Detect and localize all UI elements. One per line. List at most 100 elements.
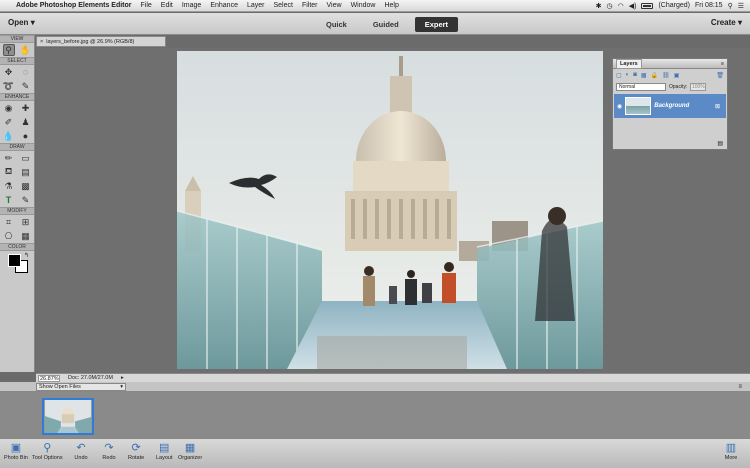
notification-list-icon[interactable]: ☰ [738,2,744,10]
paint-bucket-icon[interactable]: ⛾ [3,166,15,178]
app-name-menu[interactable]: Adobe Photoshop Elements Editor [16,2,132,9]
recompose-tool-icon[interactable]: ⊞ [20,216,32,228]
tab-guided[interactable]: Guided [363,17,409,32]
document-image[interactable] [177,51,603,369]
undo-label: Undo [74,455,88,461]
tool-options-label: Tool Options [32,455,63,461]
brush-tool-icon[interactable]: ✏ [3,152,15,164]
document-tab[interactable]: × layers_before.jpg @ 26.9% (RGB/8) [36,36,166,47]
adjustment-layer-icon[interactable]: ◐ [626,72,630,78]
thumbnail-image [44,400,92,433]
link-icon[interactable]: ⛓ [662,72,670,79]
pencil-tool-icon[interactable]: ✎ [20,194,32,206]
status-bar: 26.87% Doc: 27.0M/27.0M ▸ [36,373,750,382]
layers-panel: Layers ≡ ▢ ◐ ◙ ▦ 🔒 ⛓ ▣ 🗑 Normal Opacity:… [612,58,728,150]
tab-quick[interactable]: Quick [316,17,357,32]
lock-transparency-icon[interactable]: ▦ [641,72,647,79]
custom-shape-icon[interactable]: ▩ [20,180,32,192]
menu-enhance[interactable]: Enhance [210,2,238,9]
layers-panel-header: Layers ≡ [613,58,727,69]
open-label: Open [8,18,29,27]
hand-tool-icon[interactable]: ✋ [20,44,32,56]
panel-menu-icon[interactable]: ≡ [721,61,724,67]
menu-image[interactable]: Image [182,2,201,9]
menu-select[interactable]: Select [273,2,292,9]
spotlight-icon[interactable]: ⚲ [728,2,733,10]
menu-clock[interactable]: Fri 08:15 [695,2,723,9]
show-open-files-dropdown[interactable]: Show Open Files ▾ [36,382,126,391]
menu-edit[interactable]: Edit [161,2,173,9]
menu-extras: ✱ ◷ ◠ ◀) (Charged) Fri 08:15 ⚲ ☰ [596,2,750,10]
eyedropper-icon[interactable]: ⚗ [3,180,15,192]
blend-mode-select[interactable]: Normal [616,83,666,91]
menu-help[interactable]: Help [384,2,398,9]
new-group-icon[interactable]: ▣ [674,72,680,79]
layers-toolbar: ▢ ◐ ◙ ▦ 🔒 ⛓ ▣ 🗑 [613,69,727,81]
menu-filter[interactable]: Filter [302,2,318,9]
zoom-tool-icon[interactable]: ⚲ [2,44,15,56]
lock-icon[interactable]: 🔒 [651,72,658,79]
section-color: COLOR [0,243,34,251]
lasso-tool-icon[interactable]: ➰ [3,80,15,92]
clone-stamp-icon[interactable]: ♟ [20,116,32,128]
bin-menu-icon[interactable]: ≡ [738,384,742,390]
photo-bin-thumbnail[interactable] [42,398,94,435]
battery-icon[interactable] [641,2,654,9]
type-tool-icon[interactable]: T [3,194,15,206]
visibility-eye-icon[interactable]: ◉ [617,103,622,110]
menu-file[interactable]: File [141,2,152,9]
smart-brush-icon[interactable]: ✐ [3,116,15,128]
trash-icon[interactable]: 🗑 [716,72,724,79]
tab-expert[interactable]: Expert [414,17,459,32]
more-button[interactable]: ▥ More [724,441,738,461]
panel-resize-icon[interactable]: ▤ [717,140,723,147]
organizer-button[interactable]: ▦ Organizer [178,441,202,461]
marquee-tool-icon[interactable]: ◌ [20,66,32,78]
healing-brush-icon[interactable]: ✚ [20,102,32,114]
quick-selection-tool-icon[interactable]: ✎ [20,80,32,92]
photo-bin-icon: ▣ [10,442,22,454]
sponge-tool-icon[interactable]: ● [20,130,32,142]
close-icon[interactable]: × [40,39,43,45]
status-expand-icon[interactable]: ▸ [121,375,124,381]
move-tool-icon[interactable]: ✥ [3,66,15,78]
crop-tool-icon[interactable]: ⌗ [3,216,15,228]
photo-bin-button[interactable]: ▣ Photo Bin [4,441,28,461]
layers-panel-tab[interactable]: Layers [616,58,642,69]
document-title: layers_before.jpg @ 26.9% (RGB/8) [46,38,135,45]
menu-view[interactable]: View [327,2,342,9]
swap-colors-icon[interactable]: ↰ [24,252,29,259]
red-eye-tool-icon[interactable]: ◉ [3,102,15,114]
menu-layer[interactable]: Layer [247,2,265,9]
eraser-tool-icon[interactable]: ▭ [20,152,32,164]
layer-lock-icon: ⊠ [714,103,720,110]
blur-tool-icon[interactable]: 💧 [3,130,15,142]
content-aware-move-icon[interactable]: ⎔ [3,230,15,242]
wifi-icon[interactable]: ◠ [618,2,624,10]
bluetooth-icon[interactable]: ✱ [596,2,602,10]
straighten-tool-icon[interactable]: ▦ [20,230,32,242]
open-button[interactable]: Open ▾ [8,18,35,27]
redo-label: Redo [102,455,116,461]
more-panels-icon: ▥ [725,442,737,454]
opacity-field[interactable]: 100% [690,83,707,91]
rotate-button[interactable]: ⟳ Rotate [128,441,144,461]
toolbox: VIEW ⚲ ✋ SELECT ✥ ◌ ➰ ✎ ENHANCE ◉ ✚ ✐ ♟ 💧 ● DR… [0,35,35,372]
undo-button[interactable]: ↶ Undo [74,441,88,461]
menu-window[interactable]: Window [351,2,376,9]
volume-icon[interactable]: ◀) [629,2,637,10]
foreground-color-swatch[interactable] [8,254,21,267]
gradient-tool-icon[interactable]: ▤ [20,166,32,178]
new-layer-icon[interactable]: ▢ [616,72,622,79]
layout-button[interactable]: ▤ Layout [156,441,173,461]
mask-icon[interactable]: ◙ [633,72,637,78]
clock-history-icon[interactable]: ◷ [607,2,613,10]
tool-options-button[interactable]: ⚲ Tool Options [32,441,63,461]
tool-options-icon: ⚲ [43,442,52,454]
zoom-field[interactable]: 26.87% [38,374,60,382]
chevron-down-icon: ▾ [737,18,742,27]
photo-st-pauls-bridge [177,51,603,369]
layer-row-background[interactable]: ◉ Background ⊠ [614,94,726,118]
create-button[interactable]: Create ▾ [711,18,742,27]
redo-button[interactable]: ↷ Redo [102,441,116,461]
